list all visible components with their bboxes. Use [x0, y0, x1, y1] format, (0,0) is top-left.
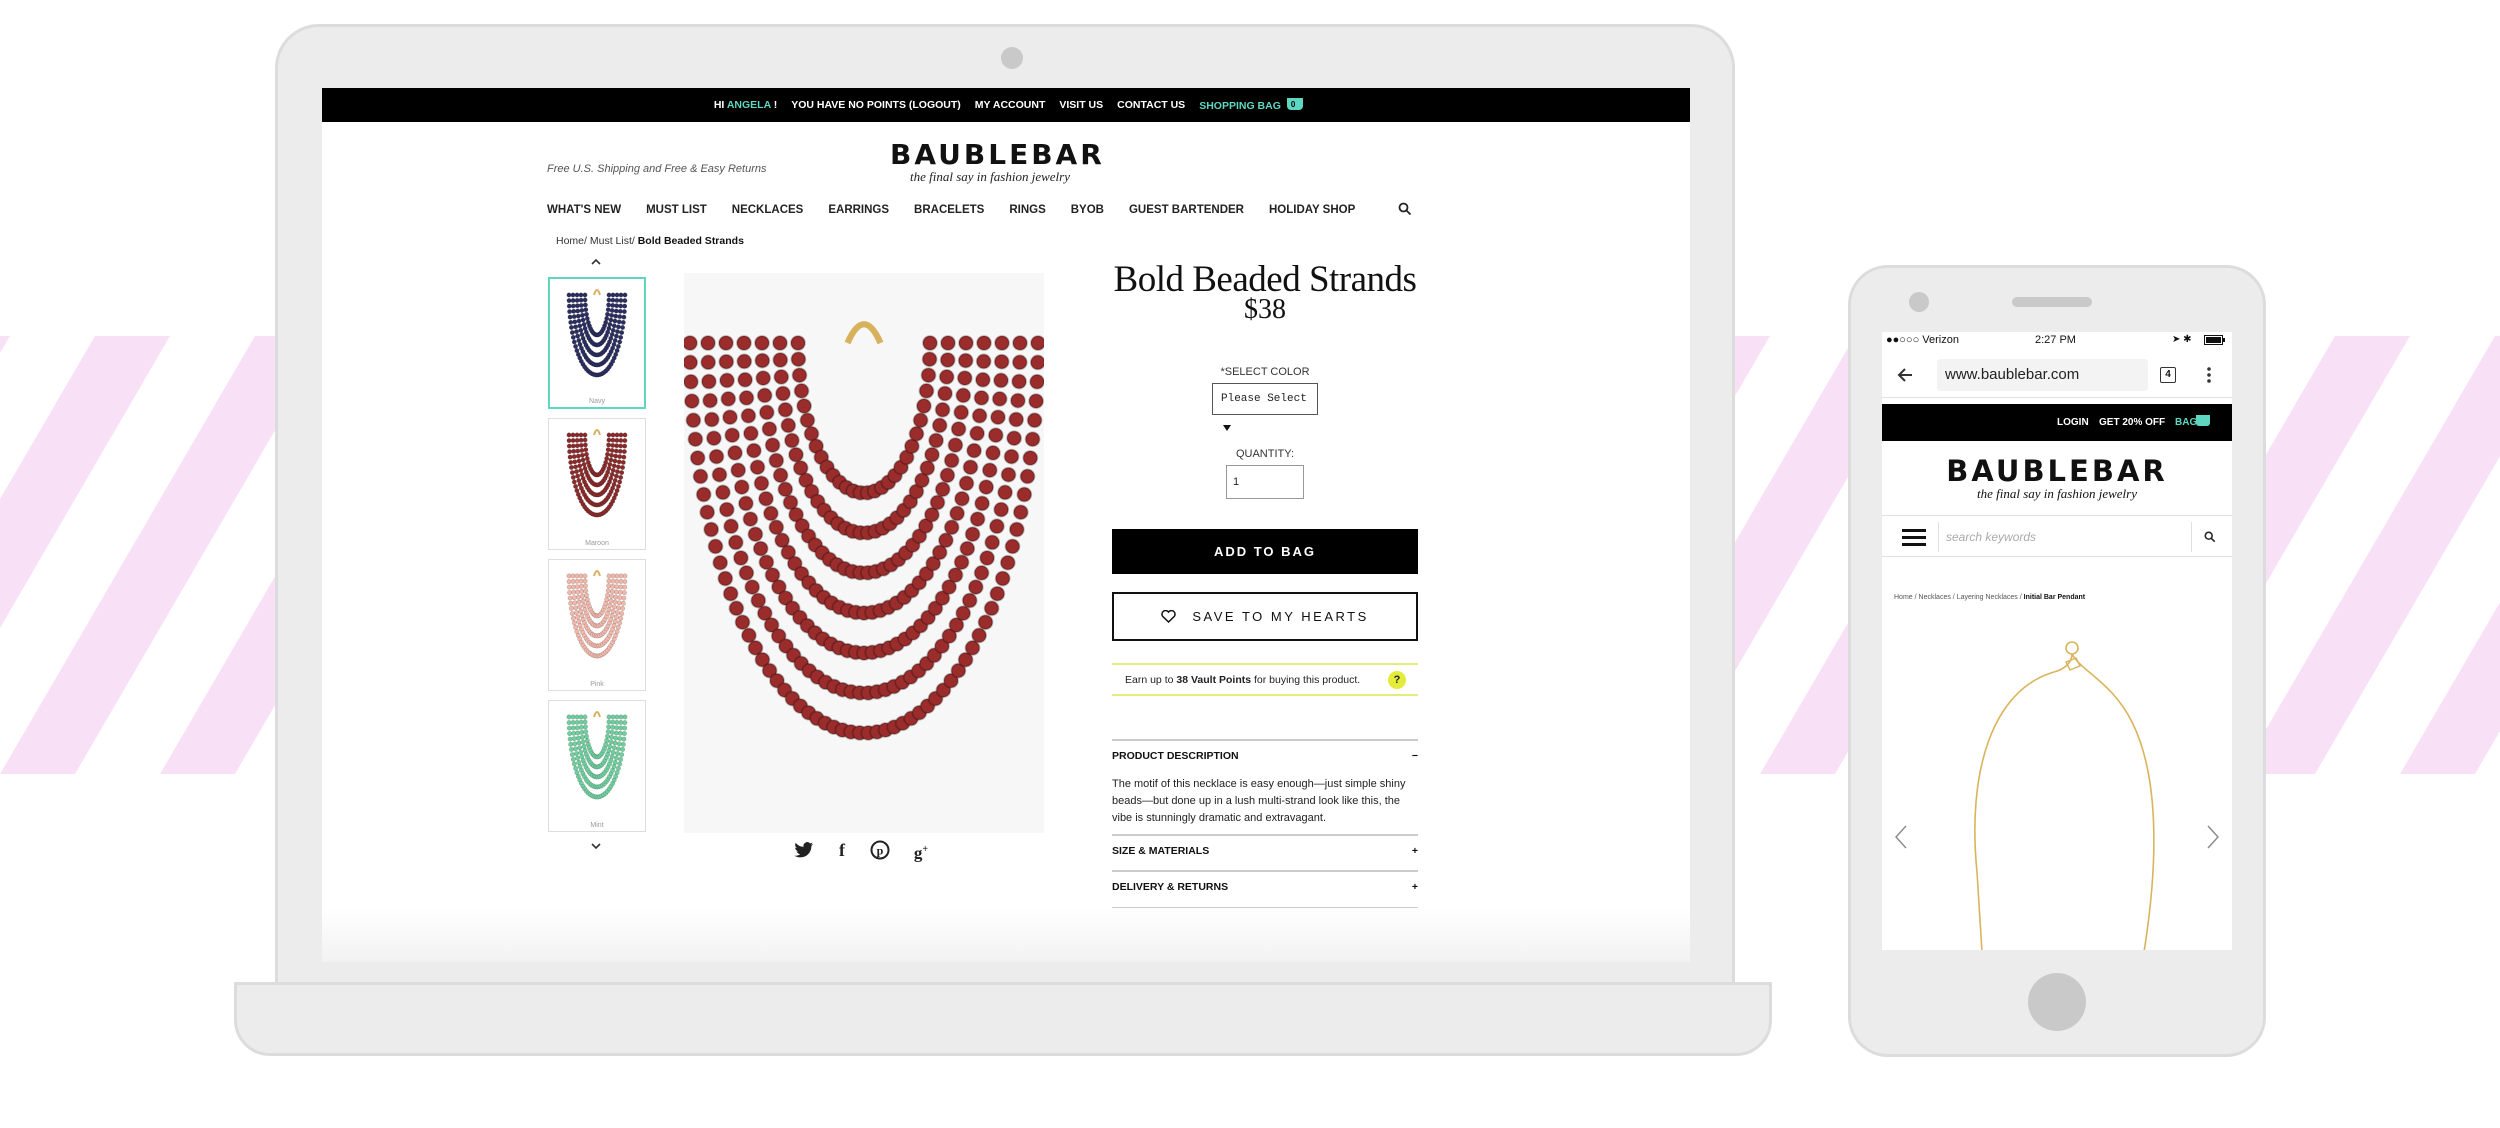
add-to-bag-button[interactable]: ADD TO BAG	[1112, 529, 1418, 574]
expand-icon: +	[1411, 845, 1418, 857]
expand-icon: +	[1411, 881, 1418, 893]
thumbnail-pink[interactable]: Pink	[548, 559, 646, 691]
breadcrumb-current: Bold Beaded Strands	[637, 235, 744, 247]
shopping-bag-link[interactable]: SHOPPING BAG 0	[1199, 98, 1303, 112]
mobile-search-row: search keywords	[1882, 515, 2232, 557]
thumbnail-mint[interactable]: Mint	[548, 700, 646, 832]
mobile-promo-link[interactable]: GET 20% OFF	[2099, 417, 2165, 428]
carousel-next-arrow[interactable]	[2206, 824, 2220, 850]
visit-us-link[interactable]: VISIT US	[1059, 99, 1103, 111]
accordion-delivery-returns[interactable]: DELIVERY & RETURNS +	[1112, 870, 1418, 893]
necklace-thumbnail-image	[566, 570, 628, 659]
back-arrow-icon[interactable]	[1896, 366, 1914, 384]
url-field[interactable]: www.baublebar.com	[1937, 359, 2148, 391]
nav-item-earrings[interactable]: EARRINGS	[828, 204, 889, 216]
thumbnail-maroon[interactable]: Maroon	[548, 418, 646, 550]
site-logo[interactable]: BAUBLEBAR the final say in fashion jewel…	[890, 138, 1102, 185]
select-color-label: *SELECT COLOR	[1220, 366, 1310, 378]
mobile-screen: ●●○○○ Verizon 2:27 PM ➤ ✱ www.baublebar.…	[1882, 332, 2232, 950]
more-options-icon[interactable]	[2206, 366, 2212, 384]
bag-count: 0	[1290, 100, 1296, 109]
logo-tagline: the final say in fashion jewelry	[1977, 486, 2137, 501]
points-logout-link[interactable]: YOU HAVE NO POINTS (LOGOUT)	[791, 99, 961, 111]
quantity-label: QUANTITY:	[1235, 448, 1295, 460]
nav-item-byob[interactable]: BYOB	[1071, 204, 1104, 216]
pendant-necklace-image[interactable]	[1882, 622, 2232, 950]
thumbnail-navy[interactable]: Navy	[548, 277, 646, 409]
nav-item-whats-new[interactable]: WHAT'S NEW	[547, 204, 621, 216]
accordion-size-materials[interactable]: SIZE & MATERIALS +	[1112, 834, 1418, 857]
nav-item-necklaces[interactable]: NECKLACES	[732, 204, 804, 216]
necklace-thumbnail-image	[566, 289, 628, 378]
share-icons: f p g+	[794, 840, 934, 863]
browser-address-bar: www.baublebar.com 4	[1882, 352, 2232, 398]
pinterest-icon[interactable]: p	[870, 840, 890, 860]
main-nav: WHAT'S NEW MUST LIST NECKLACES EARRINGS …	[547, 204, 1355, 216]
collapse-icon: −	[1411, 750, 1418, 762]
breadcrumb-must-list[interactable]: Must List	[590, 235, 632, 247]
laptop-camera	[1001, 47, 1023, 69]
greeting: HI ANGELA !	[713, 99, 778, 111]
google-plus-icon[interactable]: g+	[908, 840, 934, 863]
carousel-prev-arrow[interactable]	[1894, 824, 1908, 850]
account-bar: HI ANGELA ! YOU HAVE NO POINTS (LOGOUT) …	[322, 88, 1690, 122]
quantity-field[interactable]: 1	[1226, 465, 1304, 499]
mobile-bag-link[interactable]: BAG	[2175, 417, 2197, 428]
chevron-down-icon[interactable]	[590, 840, 602, 852]
carrier: ●●○○○ Verizon	[1886, 334, 1959, 346]
battery-icon	[2204, 335, 2225, 345]
mobile-account-bar: LOGIN GET 20% OFF BAG	[1882, 404, 2232, 441]
contact-us-link[interactable]: CONTACT US	[1117, 99, 1185, 111]
desktop-screen: HI ANGELA ! YOU HAVE NO POINTS (LOGOUT) …	[322, 88, 1690, 962]
heart-icon	[1161, 609, 1176, 624]
search-icon[interactable]	[1398, 202, 1412, 216]
svg-text:p: p	[877, 844, 884, 858]
color-select[interactable]: Please Select	[1212, 383, 1318, 431]
product-description-text: The motif of this necklace is easy enoug…	[1112, 778, 1406, 824]
vault-points-value: 38 Vault Points	[1176, 674, 1252, 686]
product-main-image[interactable]	[682, 273, 1046, 833]
breadcrumb-home[interactable]: Home	[556, 235, 584, 247]
nav-item-bracelets[interactable]: BRACELETS	[914, 204, 984, 216]
chevron-up-icon[interactable]	[590, 256, 602, 268]
hamburger-menu-icon[interactable]	[1902, 528, 1926, 546]
screen-fade	[322, 908, 1690, 962]
my-account-link[interactable]: MY ACCOUNT	[975, 99, 1046, 111]
clock: 2:27 PM	[2035, 334, 2076, 346]
status-icons: ➤ ✱	[2172, 334, 2192, 345]
product-price: $38	[1244, 294, 1286, 325]
phone-home-button[interactable]	[2028, 973, 2086, 1031]
necklace-image	[682, 321, 1046, 741]
nav-item-guest-bartender[interactable]: GUEST BARTENDER	[1129, 204, 1244, 216]
mobile-breadcrumb: Home / Necklaces / Layering Necklaces / …	[1894, 594, 2086, 601]
phone-speaker	[2012, 297, 2092, 307]
help-icon[interactable]: ?	[1388, 671, 1406, 689]
twitter-icon[interactable]	[794, 841, 814, 859]
tab-count-button[interactable]: 4	[2160, 367, 2176, 383]
logo-tagline: the final say in fashion jewelry	[910, 169, 1070, 184]
caret-down-icon	[1223, 425, 1231, 431]
save-to-hearts-button[interactable]: SAVE TO MY HEARTS	[1112, 592, 1418, 641]
nav-item-holiday-shop[interactable]: HOLIDAY SHOP	[1269, 204, 1355, 216]
nav-item-must-list[interactable]: MUST LIST	[646, 204, 707, 216]
mobile-search-input[interactable]: search keywords	[1938, 522, 2192, 552]
bag-icon[interactable]	[2196, 415, 2210, 426]
facebook-icon[interactable]: f	[832, 840, 852, 860]
necklace-thumbnail-image	[566, 711, 628, 800]
user-name: ANGELA	[726, 99, 771, 111]
mobile-site-logo[interactable]: BAUBLEBAR the final say in fashion jewel…	[1882, 454, 2232, 502]
vault-points-banner: Earn up to 38 Vault Points for buying th…	[1112, 663, 1418, 696]
mobile-login-link[interactable]: LOGIN	[2057, 417, 2089, 428]
shipping-note: Free U.S. Shipping and Free & Easy Retur…	[547, 163, 767, 175]
status-bar: ●●○○○ Verizon 2:27 PM ➤ ✱	[1882, 332, 2232, 348]
laptop-base	[234, 982, 1772, 1056]
phone-camera	[1909, 292, 1929, 312]
search-icon[interactable]	[2204, 531, 2216, 543]
breadcrumb: Home/ Must List/ Bold Beaded Strands	[556, 235, 744, 247]
nav-item-rings[interactable]: RINGS	[1009, 204, 1045, 216]
accordion-product-description[interactable]: PRODUCT DESCRIPTION − The motif of this …	[1112, 739, 1418, 827]
necklace-thumbnail-image	[566, 429, 628, 518]
